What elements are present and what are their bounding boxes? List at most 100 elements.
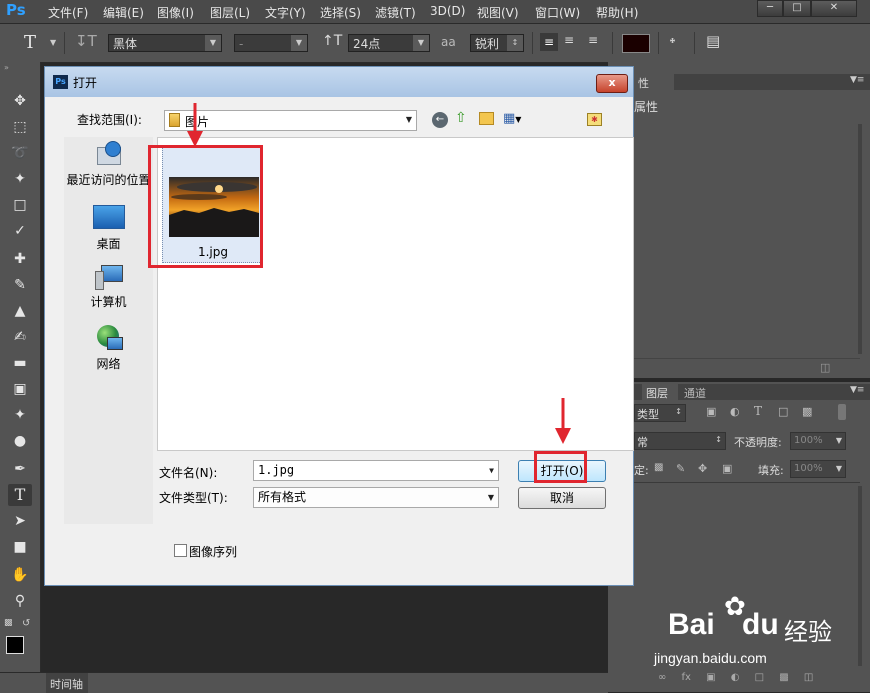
chevron-down-icon[interactable]: ▼ — [50, 38, 56, 47]
panel-menu-icon[interactable]: ▼≡ — [850, 75, 864, 85]
filter-pixel-icon[interactable]: ▣ — [706, 405, 716, 418]
opacity-input[interactable]: 100% ▼ — [790, 432, 846, 450]
menu-view[interactable]: 视图(V) — [477, 4, 519, 21]
favorite-folder-icon[interactable]: ✱ — [587, 113, 602, 126]
menu-select[interactable]: 选择(S) — [320, 4, 361, 21]
layers-scrollbar[interactable] — [858, 486, 862, 666]
menu-filter[interactable]: 滤镜(T) — [375, 4, 416, 21]
font-family-select[interactable]: 黑体 ▼ — [108, 34, 222, 52]
warp-text-icon[interactable]: ᛭ — [668, 32, 677, 50]
chevron-down-icon: ▼ — [405, 115, 412, 124]
layers-footer-icons[interactable]: ∞ fx ▣ ◐ □ ▩ ◫ — [658, 672, 813, 683]
marquee-tool-icon[interactable]: ⬚ — [8, 116, 32, 138]
folder-icon — [169, 113, 180, 127]
align-left-icon[interactable]: ≡ — [540, 33, 558, 51]
fill-input[interactable]: 100% ▼ — [790, 460, 846, 478]
filter-shape-icon[interactable]: □ — [778, 405, 788, 418]
magic-wand-tool-icon[interactable]: ✦ — [8, 168, 32, 190]
view-menu-icon[interactable]: ▦▼ — [503, 111, 521, 126]
tab-timeline[interactable]: 时间轴 — [46, 673, 88, 693]
place-desktop[interactable]: 桌面 — [64, 205, 153, 253]
align-right-icon[interactable]: ≡ — [588, 33, 598, 47]
minimize-icon[interactable]: ─ — [757, 0, 783, 17]
filter-toggle[interactable] — [838, 404, 846, 420]
trash-icon[interactable]: ◫ — [820, 361, 830, 374]
new-folder-icon[interactable] — [479, 112, 494, 125]
panel-menu-icon[interactable]: ▼≡ — [850, 385, 864, 395]
eraser-tool-icon[interactable]: ▬ — [8, 352, 32, 374]
filter-type-icon[interactable]: T — [754, 404, 762, 418]
menu-window[interactable]: 窗口(W) — [535, 4, 580, 21]
up-folder-icon[interactable]: ⇧ — [455, 110, 467, 126]
history-brush-tool-icon[interactable]: ✍ — [8, 326, 32, 348]
type-tool-icon[interactable]: T — [8, 484, 32, 506]
lock-transparent-icon[interactable]: ▩ — [654, 462, 663, 473]
font-style-select[interactable]: - ▼ — [234, 34, 308, 52]
swap-colors-icon[interactable]: ↺ — [22, 618, 30, 629]
chevron-down-icon: ▼ — [835, 436, 842, 445]
back-icon[interactable]: ← — [432, 112, 448, 128]
menu-3d[interactable]: 3D(D) — [430, 4, 465, 18]
menu-help[interactable]: 帮助(H) — [596, 4, 638, 21]
window-close-icon[interactable]: ✕ — [811, 0, 857, 17]
close-icon[interactable]: x — [596, 74, 628, 93]
dialog-titlebar[interactable]: Ps 打开 x — [45, 67, 633, 97]
chevron-down-icon: ▼ — [205, 35, 221, 51]
blur-tool-icon[interactable]: ✦ — [8, 404, 32, 426]
collapse-icon[interactable]: » — [4, 63, 9, 72]
text-orientation-icon[interactable]: ↧T — [75, 32, 97, 50]
cancel-button[interactable]: 取消 — [518, 487, 606, 509]
filename-input[interactable]: 1.jpg ▼ — [253, 460, 499, 481]
place-recent[interactable]: 最近访问的位置 — [64, 141, 153, 191]
eyedropper-tool-icon[interactable]: ✓ — [8, 220, 32, 242]
dodge-tool-icon[interactable]: ● — [8, 430, 32, 452]
divider — [658, 32, 659, 54]
menu-edit[interactable]: 编辑(E) — [103, 4, 144, 21]
tab-layers[interactable]: 图层 — [642, 384, 678, 400]
menu-file[interactable]: 文件(F) — [48, 4, 88, 21]
filter-adjustment-icon[interactable]: ◐ — [730, 405, 740, 418]
anti-alias-select[interactable]: 锐利 ↕ — [470, 34, 524, 52]
brush-tool-icon[interactable]: ✎ — [8, 274, 32, 296]
lock-position-icon[interactable]: ✥ — [698, 462, 707, 475]
filetype-select[interactable]: 所有格式 ▼ — [253, 487, 499, 508]
clone-stamp-tool-icon[interactable]: ▲ — [8, 300, 32, 322]
place-label: 桌面 — [96, 237, 121, 251]
menu-image[interactable]: 图像(I) — [157, 4, 194, 21]
text-color-swatch[interactable] — [622, 34, 650, 53]
path-selection-tool-icon[interactable]: ➤ — [8, 510, 32, 532]
font-size-select[interactable]: 24点 ▼ — [348, 34, 430, 52]
filter-smart-object-icon[interactable]: ▩ — [802, 405, 812, 418]
crop-tool-icon[interactable]: □ — [8, 194, 32, 216]
blend-mode-select[interactable]: 常 ↕ — [634, 432, 726, 450]
place-computer[interactable]: 计算机 — [64, 265, 153, 315]
lasso-tool-icon[interactable]: ➰ — [8, 142, 32, 164]
tab-properties[interactable]: 性 — [634, 74, 674, 90]
anti-alias-icon: aa — [441, 35, 456, 49]
foreground-color-swatch[interactable] — [6, 636, 24, 654]
pen-tool-icon[interactable]: ✒ — [8, 458, 32, 480]
maximize-icon[interactable]: □ — [783, 0, 811, 17]
gradient-tool-icon[interactable]: ▣ — [8, 378, 32, 400]
character-panel-icon[interactable]: ▤ — [706, 32, 720, 50]
move-tool-icon[interactable]: ✥ — [8, 90, 32, 112]
layer-kind-filter[interactable]: 类型 ↕ — [634, 404, 686, 422]
rectangle-tool-icon[interactable]: ■ — [8, 536, 32, 558]
look-in-label: 查找范围(I): — [77, 113, 142, 127]
arrow-down-icon — [187, 103, 203, 147]
align-center-icon[interactable]: ≡ — [564, 33, 574, 47]
font-family-value: 黑体 — [113, 37, 138, 51]
lock-pixels-icon[interactable]: ✎ — [676, 462, 685, 475]
image-sequence-checkbox[interactable] — [174, 544, 187, 557]
menu-layer[interactable]: 图层(L) — [210, 4, 250, 21]
zoom-tool-icon[interactable]: ⚲ — [8, 590, 32, 612]
menu-type[interactable]: 文字(Y) — [265, 4, 306, 21]
hand-tool-icon[interactable]: ✋ — [8, 564, 32, 586]
tab-channels[interactable]: 通道 — [684, 385, 706, 401]
type-tool-preset-icon[interactable]: T — [24, 32, 36, 53]
default-colors-icon[interactable]: ▩ — [4, 618, 13, 628]
lock-all-icon[interactable]: ▣ — [722, 462, 732, 475]
healing-brush-tool-icon[interactable]: ✚ — [8, 248, 32, 270]
place-network[interactable]: 网络 — [64, 325, 153, 375]
properties-scrollbar[interactable] — [858, 124, 862, 354]
